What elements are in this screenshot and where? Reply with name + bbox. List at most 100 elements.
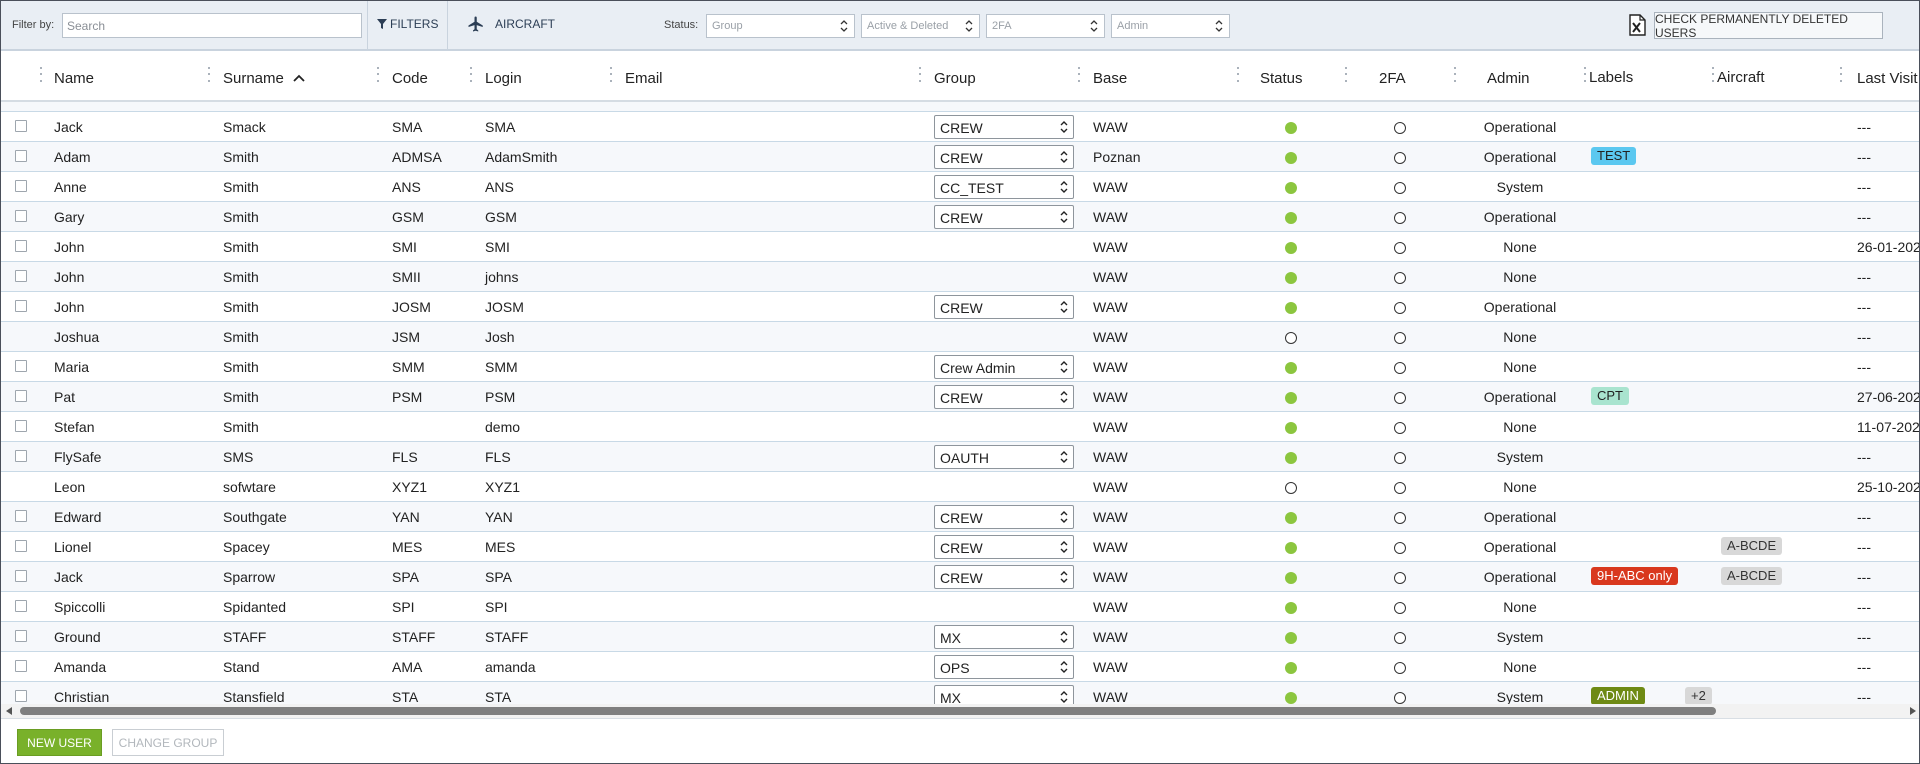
row-checkbox[interactable] xyxy=(15,420,27,432)
admin-filter-select[interactable]: Admin xyxy=(1111,14,1230,38)
cell-surname: Smith xyxy=(223,239,259,255)
twofa-filter-select[interactable]: 2FA xyxy=(986,14,1105,38)
row-checkbox[interactable] xyxy=(15,630,27,642)
row-checkbox[interactable] xyxy=(15,540,27,552)
table-row[interactable]: John Smith SMI SMI WAW None 26-01-202 xyxy=(1,232,1919,262)
row-checkbox[interactable] xyxy=(15,150,27,162)
column-header-last-visit[interactable]: Last Visit xyxy=(1857,70,1918,87)
check-deleted-users-button[interactable]: CHECK PERMANENTLY DELETED USERS xyxy=(1654,12,1883,40)
row-checkbox[interactable] xyxy=(15,600,27,612)
row-checkbox[interactable] xyxy=(15,510,27,522)
excel-export-icon[interactable] xyxy=(1627,14,1647,36)
scroll-right-arrow-icon[interactable] xyxy=(1910,707,1916,715)
group-select[interactable]: MX xyxy=(934,625,1074,649)
row-checkbox[interactable] xyxy=(15,210,27,222)
group-select[interactable]: CREW xyxy=(934,505,1074,529)
scrollbar-thumb[interactable] xyxy=(20,707,1716,715)
group-select[interactable]: CREW xyxy=(934,535,1074,559)
row-checkbox[interactable] xyxy=(15,570,27,582)
updown-arrow-icon xyxy=(1060,151,1068,163)
group-select[interactable]: CREW xyxy=(934,385,1074,409)
table-row[interactable]: FlySafe SMS FLS FLS OAUTH WAW System --- xyxy=(1,442,1919,472)
table-row[interactable]: Jack Smack SMA SMA CREW WAW Operational --- xyxy=(1,112,1919,142)
row-checkbox[interactable] xyxy=(15,180,27,192)
column-resize-handle[interactable] xyxy=(1344,67,1347,89)
column-header-surname[interactable]: Surname xyxy=(223,70,305,87)
column-resize-handle[interactable] xyxy=(1077,67,1080,89)
table-row[interactable]: Adam Smith ADMSA AdamSmith CREW Poznan Operati… xyxy=(1,142,1919,172)
column-header-login[interactable]: Login xyxy=(485,70,522,87)
column-header-status[interactable]: Status xyxy=(1260,70,1303,87)
active-deleted-filter-select[interactable]: Active & Deleted xyxy=(861,14,980,38)
table-row[interactable]: Jack Sparrow SPA SPA CREW WAW Operational 9H-AB… xyxy=(1,562,1919,592)
group-select[interactable]: CREW xyxy=(934,145,1074,169)
group-select[interactable]: OAUTH xyxy=(934,445,1074,469)
column-header-2fa[interactable]: 2FA xyxy=(1379,70,1406,87)
filters-button[interactable]: FILTERS xyxy=(377,17,438,31)
column-header-admin[interactable]: Admin xyxy=(1487,70,1530,87)
column-resize-handle[interactable] xyxy=(39,67,42,89)
column-header-code[interactable]: Code xyxy=(392,70,428,87)
column-resize-handle[interactable] xyxy=(1236,67,1239,89)
more-labels-badge[interactable]: +2 xyxy=(1685,687,1712,705)
table-row[interactable]: John Smith SMII johns WAW None --- xyxy=(1,262,1919,292)
cell-code: PSM xyxy=(392,389,423,405)
row-checkbox[interactable] xyxy=(15,360,27,372)
cell-admin: None xyxy=(1503,599,1537,615)
column-resize-handle[interactable] xyxy=(1839,67,1842,89)
group-select[interactable]: OPS xyxy=(934,655,1074,679)
row-checkbox[interactable] xyxy=(15,270,27,282)
cell-last-visit: --- xyxy=(1857,629,1871,645)
table-row[interactable]: Ground STAFF STAFF STAFF MX WAW System --- xyxy=(1,622,1919,652)
table-row[interactable]: Anne Smith ANS ANS CC_TEST WAW System --- xyxy=(1,172,1919,202)
table-row[interactable]: Lionel Spacey MES MES CREW WAW Operational A-BC… xyxy=(1,532,1919,562)
row-checkbox[interactable] xyxy=(15,120,27,132)
group-select[interactable]: CC_TEST xyxy=(934,175,1074,199)
group-select[interactable]: MX xyxy=(934,685,1074,706)
group-select-value: CREW xyxy=(940,390,983,406)
table-row[interactable]: Stefan Smith demo WAW None 11-07-202 xyxy=(1,412,1919,442)
column-header-base[interactable]: Base xyxy=(1093,70,1127,87)
table-row[interactable]: Edward Southgate YAN YAN CREW WAW Operational -… xyxy=(1,502,1919,532)
table-row[interactable]: John Smith JOSM JOSM CREW WAW Operational --- xyxy=(1,292,1919,322)
group-select[interactable]: CREW xyxy=(934,115,1074,139)
table-row[interactable]: Maria Smith SMM SMM Crew Admin WAW None --- xyxy=(1,352,1919,382)
row-checkbox[interactable] xyxy=(15,660,27,672)
table-row[interactable]: Joshua Smith JSM Josh WAW None --- xyxy=(1,322,1919,352)
column-resize-handle[interactable] xyxy=(918,67,921,89)
row-checkbox[interactable] xyxy=(15,450,27,462)
column-resize-handle[interactable] xyxy=(1711,67,1714,89)
column-resize-handle[interactable] xyxy=(1583,67,1586,89)
aircraft-button[interactable]: AIRCRAFT xyxy=(467,15,555,33)
column-resize-handle[interactable] xyxy=(469,67,472,89)
scroll-left-arrow-icon[interactable] xyxy=(6,707,12,715)
group-select[interactable]: CREW xyxy=(934,565,1074,589)
group-select[interactable]: Crew Admin xyxy=(934,355,1074,379)
row-checkbox[interactable] xyxy=(15,390,27,402)
column-header-name[interactable]: Name xyxy=(54,70,94,87)
column-header-email[interactable]: Email xyxy=(625,70,663,87)
column-resize-handle[interactable] xyxy=(609,67,612,89)
table-row[interactable]: Leon sofwtare XYZ1 XYZ1 WAW None 25-10-202 xyxy=(1,472,1919,502)
column-header-labels[interactable]: Labels xyxy=(1589,69,1633,86)
column-resize-handle[interactable] xyxy=(1453,67,1456,89)
group-select[interactable]: CREW xyxy=(934,295,1074,319)
column-header-aircraft[interactable]: Aircraft xyxy=(1717,69,1765,86)
cell-name: Maria xyxy=(54,359,90,375)
column-resize-handle[interactable] xyxy=(207,67,210,89)
table-row[interactable]: Pat Smith PSM PSM CREW WAW Operational CPT 27-06… xyxy=(1,382,1919,412)
group-filter-select[interactable]: Group xyxy=(706,14,855,38)
search-input[interactable] xyxy=(62,13,362,38)
column-resize-handle[interactable] xyxy=(376,67,379,89)
table-row[interactable]: Gary Smith GSM GSM CREW WAW Operational --- xyxy=(1,202,1919,232)
table-row[interactable]: Spiccolli Spidanted SPI SPI WAW None --- xyxy=(1,592,1919,622)
horizontal-scrollbar[interactable] xyxy=(1,704,1919,718)
table-row[interactable]: Christian Stansfield STA STA MX WAW System ADMI… xyxy=(1,682,1919,706)
row-checkbox[interactable] xyxy=(15,300,27,312)
table-row[interactable]: Amanda Stand AMA amanda OPS WAW None --- xyxy=(1,652,1919,682)
row-checkbox[interactable] xyxy=(15,690,27,702)
group-select[interactable]: CREW xyxy=(934,205,1074,229)
column-header-group[interactable]: Group xyxy=(934,70,976,87)
new-user-button[interactable]: NEW USER xyxy=(17,729,102,756)
row-checkbox[interactable] xyxy=(15,240,27,252)
